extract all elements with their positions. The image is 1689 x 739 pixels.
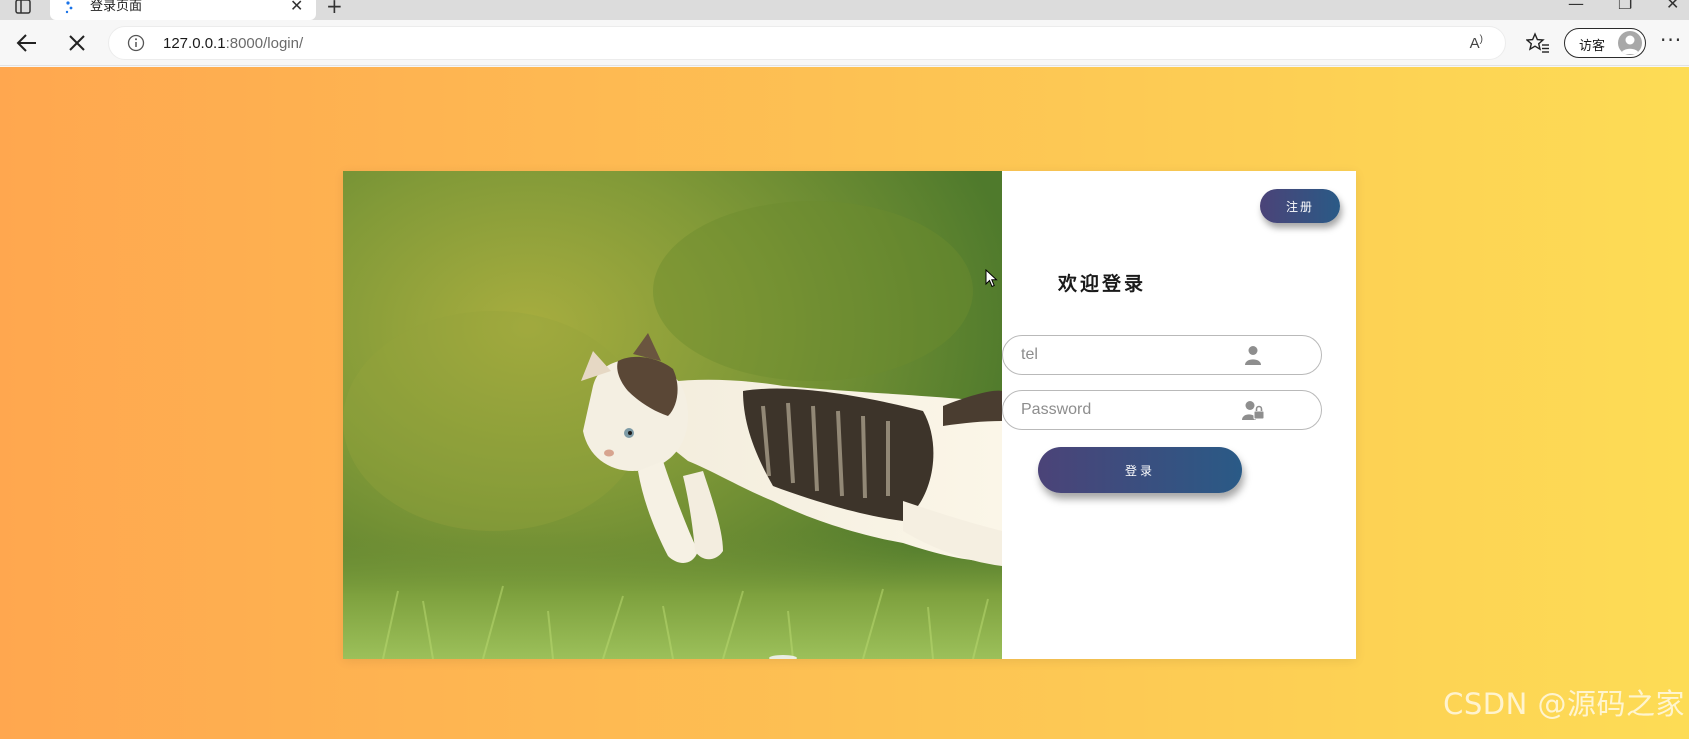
stop-icon[interactable]	[66, 32, 88, 54]
avatar	[1618, 31, 1642, 55]
favorites-icon[interactable]	[1526, 32, 1550, 54]
page-title: 欢迎登录	[1058, 273, 1147, 295]
page-background: 注册 欢迎登录 登录 CS	[0, 67, 1689, 739]
user-lock-icon	[1242, 401, 1265, 420]
profile-label: 访客	[1579, 39, 1606, 54]
login-card: 注册 欢迎登录 登录	[343, 171, 1356, 659]
read-aloud-icon[interactable]: A)	[1470, 34, 1483, 52]
login-button[interactable]: 登录	[1038, 447, 1242, 493]
browser-toolbar: 127.0.0.1:8000/login/ A) 访客 ···	[0, 20, 1689, 66]
user-avatar-icon	[1621, 35, 1639, 54]
profile-button[interactable]: 访客	[1564, 28, 1646, 58]
plus-icon[interactable]: +	[326, 0, 343, 16]
minimize-icon[interactable]: —	[1568, 0, 1584, 12]
more-icon[interactable]: ···	[1660, 28, 1682, 52]
sidebar-toggle-icon[interactable]	[14, 0, 32, 16]
browser-tab-bar: 登录页面 ✕ + — ❐ ✕	[0, 0, 1689, 20]
close-window-icon[interactable]: ✕	[1666, 0, 1679, 12]
password-input[interactable]	[1021, 399, 1241, 421]
info-icon[interactable]	[127, 34, 145, 52]
password-field[interactable]	[1002, 390, 1322, 430]
login-form-panel: 注册 欢迎登录 登录	[1002, 171, 1356, 659]
arrow-left-icon[interactable]	[14, 32, 40, 54]
close-icon[interactable]: ✕	[290, 0, 303, 14]
tab-title: 登录页面	[90, 0, 143, 14]
restore-icon[interactable]: ❐	[1618, 0, 1632, 12]
browser-tab[interactable]: 登录页面 ✕	[50, 0, 316, 20]
url-text[interactable]: 127.0.0.1:8000/login/	[163, 35, 303, 52]
user-icon	[1245, 346, 1261, 365]
tel-field[interactable]	[1002, 335, 1322, 375]
watermark: CSDN @源码之家	[1443, 687, 1685, 721]
kitten-image	[343, 171, 1002, 659]
register-button[interactable]: 注册	[1260, 189, 1340, 223]
address-bar[interactable]: 127.0.0.1:8000/login/ A)	[108, 26, 1506, 60]
tel-input[interactable]	[1021, 344, 1241, 366]
kitten-photo	[343, 171, 1002, 659]
loading-spinner-icon	[65, 1, 73, 14]
mouse-cursor-icon	[985, 269, 998, 288]
